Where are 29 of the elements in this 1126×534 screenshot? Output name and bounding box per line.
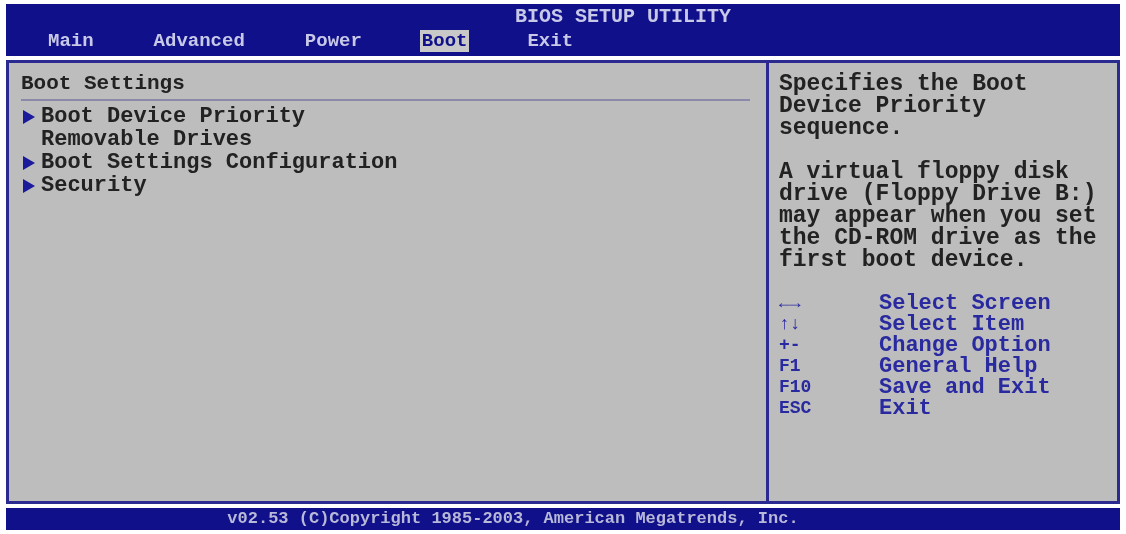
triangle-icon bbox=[23, 178, 35, 193]
menu-item[interactable]: Boot Device Priority bbox=[41, 105, 306, 128]
menu-tab[interactable]: Exit bbox=[525, 30, 576, 52]
menu-item[interactable]: Security bbox=[41, 174, 147, 197]
key-action: Change Option bbox=[879, 335, 1051, 356]
key-label: ←→ bbox=[779, 293, 802, 314]
key-label: +- bbox=[779, 335, 802, 356]
triangle-icon bbox=[23, 109, 35, 124]
key-label: F10 bbox=[779, 377, 813, 398]
key-label: F1 bbox=[779, 356, 802, 377]
window-title: BIOS SETUP UTILITY bbox=[513, 6, 731, 28]
help-text: Specifies the Boot Device Priority sequence. bbox=[779, 73, 1029, 139]
menu-tab[interactable]: Boot bbox=[419, 30, 470, 52]
menu-item[interactable]: Removable Drives bbox=[41, 128, 253, 151]
menu-tab[interactable]: Main bbox=[46, 30, 96, 52]
key-action: General Help bbox=[879, 356, 1038, 377]
menu-tab[interactable]: Advanced bbox=[151, 30, 247, 52]
key-label: ESC bbox=[779, 398, 813, 419]
key-action: Select Item bbox=[879, 314, 1025, 335]
section-title: Boot Settings bbox=[21, 73, 186, 95]
menu-tab[interactable]: Power bbox=[302, 30, 364, 52]
help-text: A virtual floppy disk drive (Floppy Drive B:) may appear when you set the CD-ROM drive as the first boot device. bbox=[779, 161, 1098, 271]
key-action: Exit bbox=[879, 398, 932, 419]
key-action: Save and Exit bbox=[879, 377, 1051, 398]
key-label: ↑↓ bbox=[779, 314, 802, 335]
triangle-icon bbox=[23, 155, 35, 170]
copyright-text: v02.53 (C)Copyright 1985-2003, American Megatrends, Inc. bbox=[227, 509, 800, 529]
key-action: Select Screen bbox=[879, 293, 1051, 314]
menu-item[interactable]: Boot Settings Configuration bbox=[41, 151, 398, 174]
